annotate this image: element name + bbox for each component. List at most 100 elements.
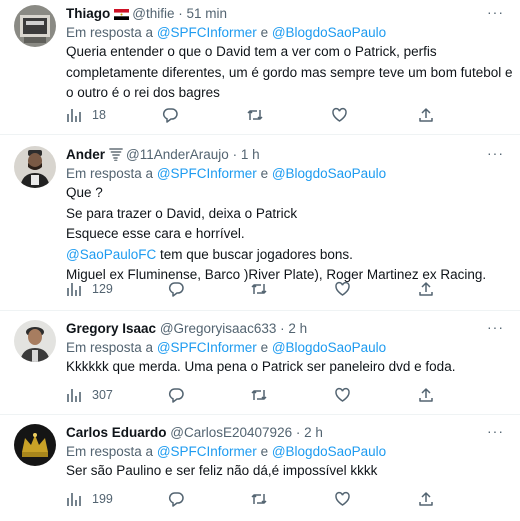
timestamp[interactable]: 1 h (241, 147, 260, 162)
author-name[interactable]: Ander (66, 147, 105, 162)
timestamp[interactable]: 2 h (304, 425, 323, 440)
reply-context: Em resposta a @SPFCInformer e @BlogdoSao… (66, 24, 386, 42)
author-handle[interactable]: @Gregoryisaac633 (160, 321, 277, 336)
reply-context: Em resposta a @SPFCInformer e @BlogdoSao… (66, 165, 386, 183)
tweet-text: Ser são Paulino e ser feliz não dá,é imp… (66, 461, 506, 482)
views-button[interactable]: 199 (66, 491, 113, 507)
text-line: o outro é o rei dos bagres (66, 85, 220, 100)
more-options-icon[interactable]: ··· (487, 4, 504, 20)
views-button[interactable]: 129 (66, 281, 113, 297)
mention-link[interactable]: @BlogdoSaoPaulo (272, 444, 386, 459)
author-name[interactable]: Thiago (66, 6, 110, 21)
reply-button[interactable] (168, 387, 185, 403)
more-options-icon[interactable]: ··· (487, 319, 504, 335)
timestamp[interactable]: 2 h (288, 321, 307, 336)
mention-link[interactable]: @SPFCInformer (157, 166, 257, 181)
text-line: Se para trazer o David, deixa o Patrick (66, 205, 298, 221)
tweet-header: Carlos Eduardo @CarlosE20407926 · 2 h (66, 424, 323, 442)
text-line: Queria entender o que o David tem a ver … (66, 44, 437, 59)
mention-link[interactable]: @SPFCInformer (157, 25, 257, 40)
tweet-header: Thiago @thifie · 51 min (66, 5, 227, 25)
more-options-icon[interactable]: ··· (487, 145, 504, 161)
reply-button[interactable] (168, 281, 185, 297)
tweet[interactable]: Carlos Eduardo @CarlosE20407926 · 2 h ··… (0, 414, 520, 521)
retweet-button[interactable] (250, 491, 268, 507)
views-count: 129 (92, 282, 113, 296)
views-button[interactable]: 18 (66, 107, 106, 123)
text-line: Kkkkkk que merda. Uma pena o Patrick ser… (66, 359, 456, 374)
egypt-flag-icon (114, 7, 130, 25)
tweet-text: Que ? Se para trazer o David, deixa o Pa… (66, 183, 506, 286)
author-handle[interactable]: @CarlosE20407926 (170, 425, 292, 440)
retweet-icon (251, 284, 267, 294)
reply-prefix: Em resposta a (66, 340, 154, 355)
text-line: completamente diferentes, um é gordo mas… (66, 64, 513, 80)
retweet-icon (251, 494, 267, 504)
retweet-button[interactable] (250, 387, 268, 403)
tweet-actions: 18 (66, 107, 446, 125)
more-options-icon[interactable]: ··· (487, 423, 504, 439)
author-name[interactable]: Carlos Eduardo (66, 425, 167, 440)
separator-dot: · (232, 147, 238, 162)
author-handle[interactable]: @11AnderAraujo (126, 147, 229, 162)
mention-link[interactable]: @BlogdoSaoPaulo (272, 166, 386, 181)
avatar[interactable] (14, 5, 56, 47)
retweet-button[interactable] (246, 107, 264, 123)
like-button[interactable] (331, 107, 348, 123)
author-handle[interactable]: @thifie (132, 6, 174, 21)
tornado-icon (109, 148, 123, 166)
text-line: Ser são Paulino e ser feliz não dá,é imp… (66, 463, 378, 478)
share-icon (419, 282, 433, 296)
mention-link[interactable]: @BlogdoSaoPaulo (272, 340, 386, 355)
mention-link[interactable]: @SPFCInformer (157, 444, 257, 459)
share-button[interactable] (418, 491, 434, 507)
tweet-actions: 199 (66, 491, 446, 509)
views-button[interactable]: 307 (66, 387, 113, 403)
tweet-header: Gregory Isaac @Gregoryisaac633 · 2 h (66, 320, 307, 338)
like-button[interactable] (334, 281, 351, 297)
tweet[interactable]: Ander @11AnderAraujo · 1 h ··· Em respost… (0, 134, 520, 311)
reply-prefix: Em resposta a (66, 166, 154, 181)
like-button[interactable] (334, 491, 351, 507)
share-button[interactable] (418, 107, 434, 123)
views-count: 199 (92, 492, 113, 506)
reply-icon (168, 492, 184, 507)
retweet-button[interactable] (250, 281, 268, 297)
views-icon (67, 283, 81, 296)
reply-icon (162, 108, 178, 123)
like-button[interactable] (334, 387, 351, 403)
mention-link[interactable]: @SaoPauloFC (66, 247, 156, 262)
share-icon (419, 108, 433, 122)
share-button[interactable] (418, 387, 434, 403)
separator-dot: · (280, 321, 285, 336)
views-icon (67, 389, 81, 402)
tweet-header: Ander @11AnderAraujo · 1 h (66, 146, 260, 166)
avatar[interactable] (14, 146, 56, 188)
heart-icon (335, 281, 350, 296)
mention-link[interactable]: @BlogdoSaoPaulo (272, 25, 386, 40)
heart-icon (335, 387, 350, 402)
reply-prefix: Em resposta a (66, 444, 154, 459)
tweet[interactable]: Gregory Isaac @Gregoryisaac633 · 2 h ···… (0, 310, 520, 415)
avatar[interactable] (14, 320, 56, 362)
reply-icon (168, 388, 184, 403)
timestamp[interactable]: 51 min (187, 6, 228, 21)
text-line: Que ? (66, 185, 103, 200)
share-icon (419, 388, 433, 402)
views-icon (67, 109, 81, 122)
avatar-image (14, 320, 56, 362)
mention-link[interactable]: @SPFCInformer (157, 340, 257, 355)
tweet[interactable]: Thiago @thifie · 51 min ··· Em resposta a… (0, 0, 520, 135)
avatar[interactable] (14, 424, 56, 466)
reply-button[interactable] (168, 491, 185, 507)
author-name[interactable]: Gregory Isaac (66, 321, 156, 336)
share-icon (419, 492, 433, 506)
reply-icon (168, 282, 184, 297)
reply-and: e (260, 340, 269, 355)
avatar-image (14, 146, 56, 188)
separator-dot: · (295, 425, 301, 440)
views-icon (67, 493, 81, 506)
separator-dot: · (178, 6, 183, 21)
reply-button[interactable] (162, 107, 179, 123)
share-button[interactable] (418, 281, 434, 297)
